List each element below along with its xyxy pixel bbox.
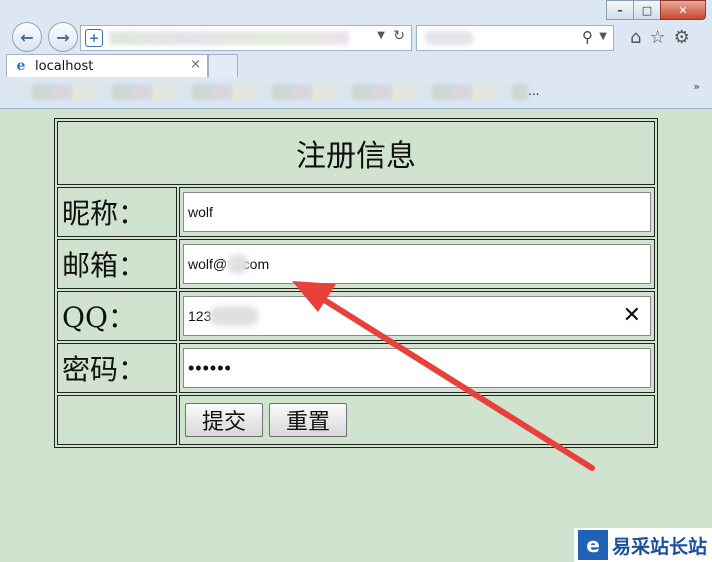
watermark: e 易采站长站 (574, 528, 712, 562)
watermark-logo-icon: e (578, 530, 608, 560)
arrow-head (292, 281, 336, 312)
watermark-text: 易采站长站 (612, 535, 708, 558)
arrow-shaft (315, 293, 595, 471)
annotation-arrow (292, 281, 595, 471)
